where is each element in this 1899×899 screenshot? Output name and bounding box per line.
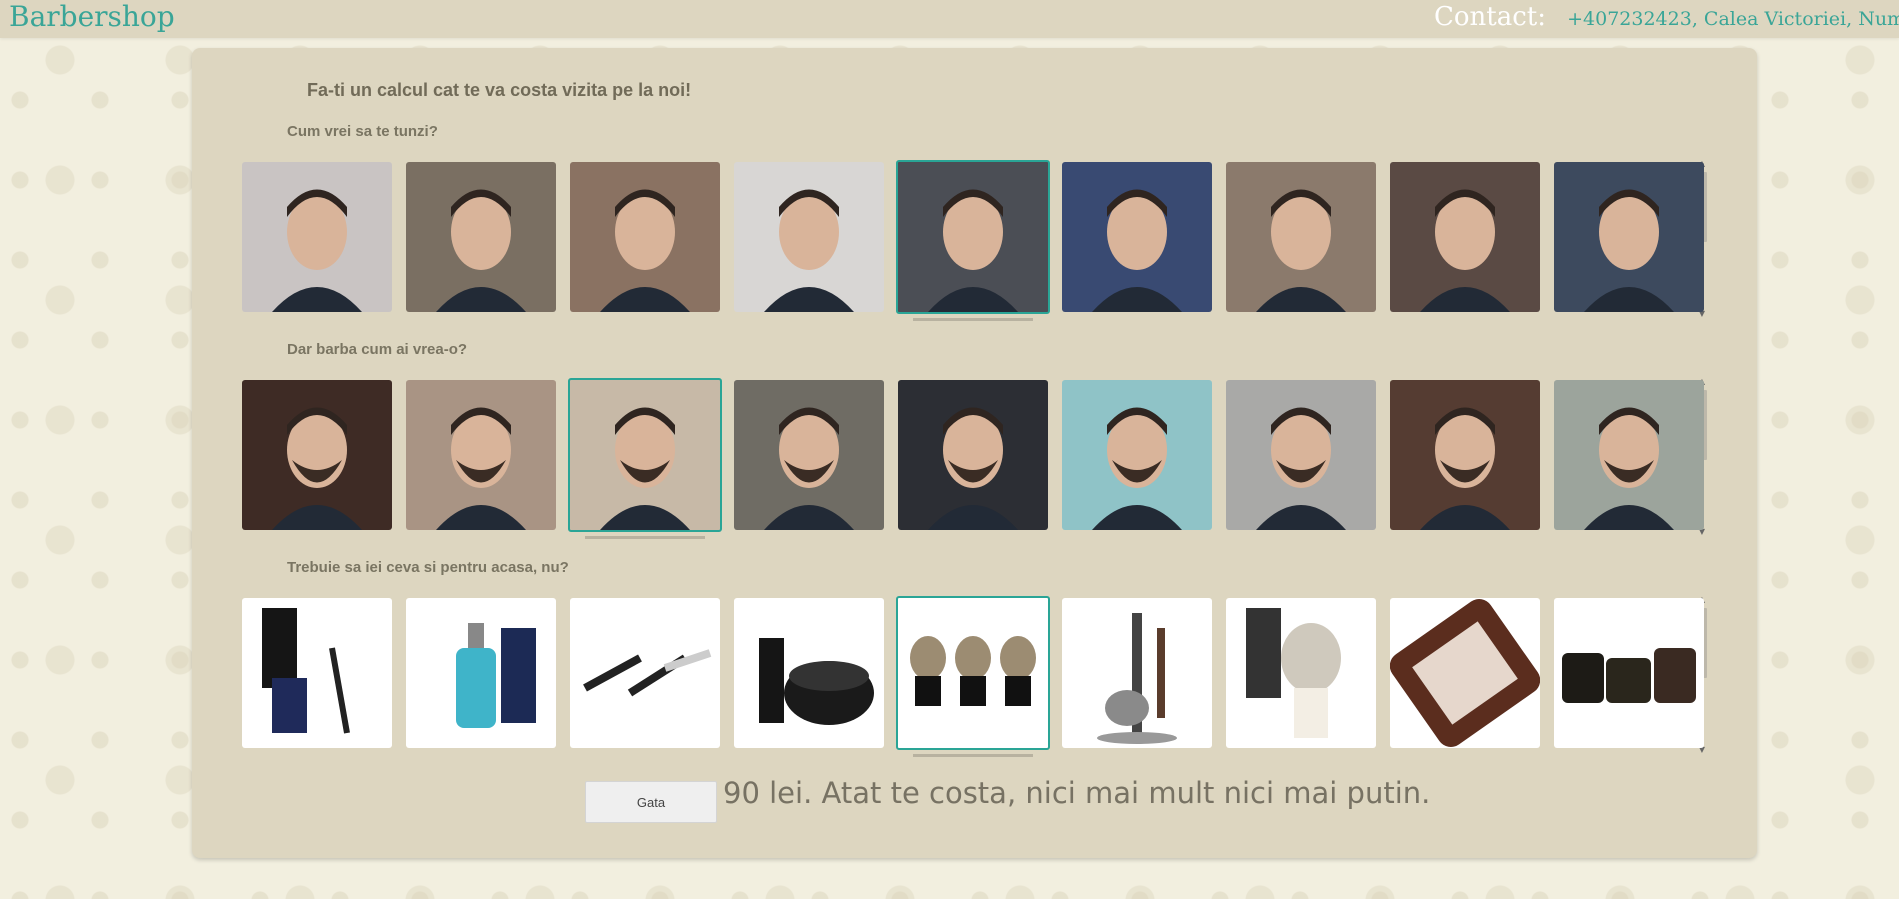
haircut-option[interactable] [734, 162, 884, 312]
beard-photo-icon [570, 380, 720, 530]
haircut-option[interactable] [406, 162, 556, 312]
beard-photo-icon [406, 380, 556, 530]
product-option[interactable] [1554, 598, 1704, 748]
product-option[interactable] [242, 598, 392, 748]
calculator-title: Fa-ti un calcul cat te va costa vizita p… [307, 80, 692, 100]
beard-option[interactable] [734, 380, 884, 530]
product-option[interactable] [1390, 598, 1540, 748]
razor-stand-icon [242, 598, 392, 748]
haircut-photo-icon [734, 162, 884, 312]
haircut-option[interactable] [1554, 162, 1704, 312]
beard-option[interactable] [898, 380, 1048, 530]
haircut-photo-icon [1554, 162, 1704, 312]
haircut-option[interactable] [1390, 162, 1540, 312]
beard-photo-icon [242, 380, 392, 530]
selection-underline [913, 318, 1033, 321]
beard-photo-icon [1062, 380, 1212, 530]
cream-jars-icon [1554, 598, 1704, 748]
products-section-label: Trebuie sa iei ceva si pentru acasa, nu? [287, 559, 569, 576]
haircut-option[interactable] [1226, 162, 1376, 312]
product-option[interactable] [734, 598, 884, 748]
selection-underline [585, 536, 705, 539]
product-option[interactable] [570, 598, 720, 748]
shaving-brush-icon [1226, 598, 1376, 748]
haircut-options-row: ▲ ▼ [237, 160, 1722, 321]
beard-options-row: ▲ ▼ [237, 378, 1722, 539]
price-result: 90 lei. Atat te costa, nici mai mult nic… [723, 776, 1431, 810]
razors-icon [570, 598, 720, 748]
product-option[interactable] [1062, 598, 1212, 748]
beard-photo-icon [734, 380, 884, 530]
haircut-photo-icon [1226, 162, 1376, 312]
haircut-photo-icon [1062, 162, 1212, 312]
shaving-cream-icon [734, 598, 884, 748]
haircut-option[interactable] [896, 160, 1050, 314]
shaving-brushes-icon [898, 598, 1048, 748]
beard-option[interactable] [568, 378, 722, 532]
haircut-option[interactable] [570, 162, 720, 312]
beard-option[interactable] [1226, 380, 1376, 530]
price-calculator-panel: Fa-ti un calcul cat te va costa vizita p… [192, 48, 1757, 858]
beard-option[interactable] [406, 380, 556, 530]
beard-photo-icon [1554, 380, 1704, 530]
manicure-kit-icon [1390, 598, 1540, 748]
product-options-row: ▲ ▼ [237, 596, 1722, 757]
beard-photo-icon [898, 380, 1048, 530]
haircut-section-label: Cum vrei sa te tunzi? [287, 123, 438, 140]
haircut-option[interactable] [1062, 162, 1212, 312]
shaving-set-icon [1062, 598, 1212, 748]
beard-option[interactable] [1390, 380, 1540, 530]
contact-details: +407232423, Calea Victoriei, Numar -32 [1567, 8, 1899, 30]
top-bar: Barbershop Contact: +407232423, Calea Vi… [0, 0, 1899, 38]
haircut-photo-icon [1390, 162, 1540, 312]
product-option[interactable] [1226, 598, 1376, 748]
beard-option[interactable] [1554, 380, 1704, 530]
contact-info: Contact: +407232423, Calea Victoriei, Nu… [1434, 0, 1899, 37]
beard-photo-icon [1390, 380, 1540, 530]
product-option[interactable] [896, 596, 1050, 750]
beard-section-label: Dar barba cum ai vrea-o? [287, 341, 468, 358]
haircut-photo-icon [406, 162, 556, 312]
haircut-photo-icon [898, 162, 1048, 312]
cologne-bottle-icon [406, 598, 556, 748]
haircut-option[interactable] [242, 162, 392, 312]
haircut-photo-icon [242, 162, 392, 312]
contact-label: Contact: [1434, 2, 1547, 32]
haircut-photo-icon [570, 162, 720, 312]
beard-option[interactable] [242, 380, 392, 530]
beard-photo-icon [1226, 380, 1376, 530]
calculate-button[interactable]: Gata [585, 781, 717, 823]
selection-underline [913, 754, 1033, 757]
product-option[interactable] [406, 598, 556, 748]
beard-option[interactable] [1062, 380, 1212, 530]
brand-logo[interactable]: Barbershop [9, 0, 175, 34]
